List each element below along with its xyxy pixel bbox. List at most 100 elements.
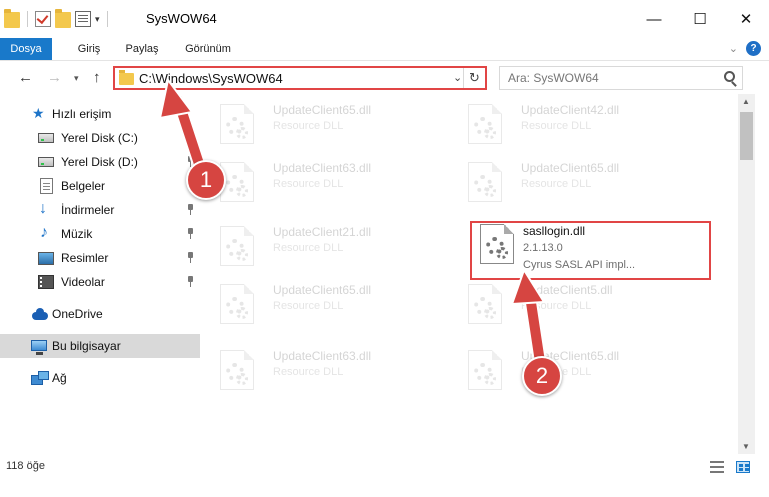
- minimize-button[interactable]: —: [631, 0, 677, 38]
- local-disk-icon: [38, 133, 54, 143]
- sidebar-item-label: İndirmeler: [61, 203, 115, 217]
- quick-access-star-icon: ★: [32, 105, 45, 121]
- file-name: UpdateClient63.dll: [273, 161, 372, 175]
- file-type: Resource DLL: [273, 300, 344, 312]
- file-name: UpdateClient65.dll: [273, 103, 372, 117]
- new-folder-icon[interactable]: [55, 9, 71, 28]
- pin-icon[interactable]: [186, 204, 195, 215]
- sidebar-item-videos[interactable]: Videolar: [0, 270, 200, 294]
- file-type: Resource DLL: [521, 120, 592, 132]
- file-item[interactable]: UpdateClient65.dll Resource DLL: [448, 152, 678, 208]
- file-item[interactable]: UpdateClient42.dll Resource DLL: [448, 94, 678, 150]
- sidebar-item-label: Resimler: [61, 251, 109, 265]
- help-icon[interactable]: ?: [746, 41, 761, 56]
- dll-file-icon: [220, 226, 254, 266]
- refresh-icon[interactable]: ↻: [463, 68, 485, 88]
- pin-icon[interactable]: [186, 276, 195, 287]
- sidebar-item-pictures[interactable]: Resimler: [0, 246, 200, 270]
- maximize-button[interactable]: ☐: [677, 0, 723, 38]
- step-badge-2: 2: [522, 356, 562, 396]
- address-bar[interactable]: C:\Windows\SysWOW64 ⌄ ↻: [113, 66, 487, 90]
- sidebar-item-music[interactable]: ♪ Müzik: [0, 222, 200, 246]
- dll-file-icon: [220, 284, 254, 324]
- music-icon: ♪: [40, 224, 48, 241]
- file-type: Resource DLL: [273, 120, 344, 132]
- dll-file-icon: [468, 104, 502, 144]
- sidebar-item-onedrive[interactable]: OneDrive: [0, 302, 200, 326]
- scroll-up-icon[interactable]: ▲: [742, 97, 750, 106]
- scroll-down-icon[interactable]: ▼: [742, 442, 750, 451]
- file-type: Resource DLL: [273, 366, 344, 378]
- tab-file[interactable]: Dosya: [0, 38, 52, 60]
- file-item[interactable]: UpdateClient65.dll Resource DLL: [200, 94, 430, 150]
- sidebar-item-disk-c[interactable]: Yerel Disk (C:): [0, 126, 200, 150]
- status-bar: 118 öğe: [0, 454, 769, 497]
- large-icons-view-icon[interactable]: [736, 461, 750, 473]
- file-item[interactable]: UpdateClient21.dll Resource DLL: [200, 216, 430, 272]
- sidebar-item-network[interactable]: Ağ: [0, 366, 200, 390]
- folder-icon: [4, 9, 20, 28]
- pin-icon[interactable]: [186, 228, 195, 239]
- sidebar-item-label: Belgeler: [61, 179, 106, 193]
- file-item[interactable]: UpdateClient63.dll Resource DLL: [200, 152, 430, 208]
- tab-share[interactable]: Paylaş: [120, 38, 164, 60]
- toolbar-divider: [106, 11, 108, 27]
- file-name: UpdateClient65.dll: [273, 283, 372, 297]
- sidebar-item-label: Yerel Disk (C:): [61, 131, 138, 145]
- search-placeholder: Ara: SysWOW64: [508, 71, 599, 85]
- sidebar-item-label: Bu bilgisayar: [52, 339, 121, 353]
- file-item[interactable]: UpdateClient63.dll Resource DLL: [200, 340, 430, 396]
- item-count: 118 öğe: [6, 460, 45, 472]
- sidebar-item-documents[interactable]: Belgeler: [0, 174, 200, 198]
- videos-icon: [38, 275, 54, 289]
- address-path[interactable]: C:\Windows\SysWOW64: [139, 71, 283, 86]
- window-controls: — ☐ ✕: [631, 0, 769, 38]
- sidebar-item-disk-d[interactable]: Yerel Disk (D:): [0, 150, 200, 174]
- ribbon-tabs: Dosya Giriş Paylaş Görünüm ⌄ ?: [0, 38, 769, 60]
- file-name: UpdateClient42.dll: [521, 103, 620, 117]
- close-button[interactable]: ✕: [723, 0, 769, 38]
- toolbar-divider: [27, 11, 28, 27]
- ribbon-expand-icon[interactable]: ⌄: [729, 42, 738, 55]
- customize-icon[interactable]: [75, 11, 91, 27]
- dll-file-icon: [468, 284, 502, 324]
- file-item[interactable]: UpdateClient65.dll Resource DLL: [200, 274, 430, 330]
- sidebar-item-this-pc[interactable]: Bu bilgisayar: [0, 334, 200, 358]
- this-pc-icon: [31, 340, 47, 355]
- file-name: UpdateClient21.dll: [273, 225, 372, 239]
- properties-check-icon[interactable]: [35, 11, 51, 27]
- file-type: Resource DLL: [273, 242, 344, 254]
- file-name: UpdateClient65.dll: [521, 161, 620, 175]
- file-type: Resource DLL: [521, 300, 592, 312]
- forward-arrow-icon[interactable]: →: [47, 69, 62, 86]
- file-item[interactable]: UpdateClient5.dll Resource DLL: [448, 274, 678, 330]
- tab-view[interactable]: Görünüm: [177, 38, 239, 60]
- qat-dropdown-icon[interactable]: ▾: [95, 14, 100, 25]
- back-arrow-icon[interactable]: ←: [18, 69, 33, 86]
- pictures-icon: [38, 252, 54, 265]
- step-badge-1: 1: [186, 160, 226, 200]
- sidebar-item-downloads[interactable]: ↓ İndirmeler: [0, 198, 200, 222]
- search-icon: [724, 71, 735, 82]
- recent-locations-icon[interactable]: ▾: [74, 73, 79, 84]
- quick-access-toolbar: ▾: [4, 9, 111, 28]
- vertical-scrollbar[interactable]: ▲ ▼: [738, 94, 755, 454]
- scroll-thumb[interactable]: [740, 112, 753, 160]
- navigation-bar: ← → ▾ ↑ C:\Windows\SysWOW64 ⌄ ↻ Ara: Sys…: [0, 60, 769, 94]
- address-dropdown-icon[interactable]: ⌄: [453, 71, 462, 84]
- up-arrow-icon[interactable]: ↑: [93, 69, 101, 86]
- file-item[interactable]: UpdateClient65.dll Resource DLL: [448, 340, 678, 396]
- highlight-box: [470, 221, 711, 280]
- ribbon-right-controls: ⌄ ?: [729, 41, 761, 56]
- file-list: UpdateClient65.dll Resource DLL UpdateCl…: [200, 94, 738, 454]
- sidebar-item-quick-access[interactable]: ★ Hızlı erişim: [0, 102, 200, 126]
- title-bar: ▾ SysWOW64 — ☐ ✕: [0, 0, 769, 38]
- search-input[interactable]: Ara: SysWOW64: [499, 66, 743, 90]
- onedrive-icon: [32, 308, 48, 320]
- sidebar-item-label: Videolar: [61, 275, 105, 289]
- details-view-icon[interactable]: [710, 461, 724, 473]
- local-disk-icon: [38, 157, 54, 167]
- file-type: Resource DLL: [521, 178, 592, 190]
- pin-icon[interactable]: [186, 252, 195, 263]
- tab-home[interactable]: Giriş: [67, 38, 111, 60]
